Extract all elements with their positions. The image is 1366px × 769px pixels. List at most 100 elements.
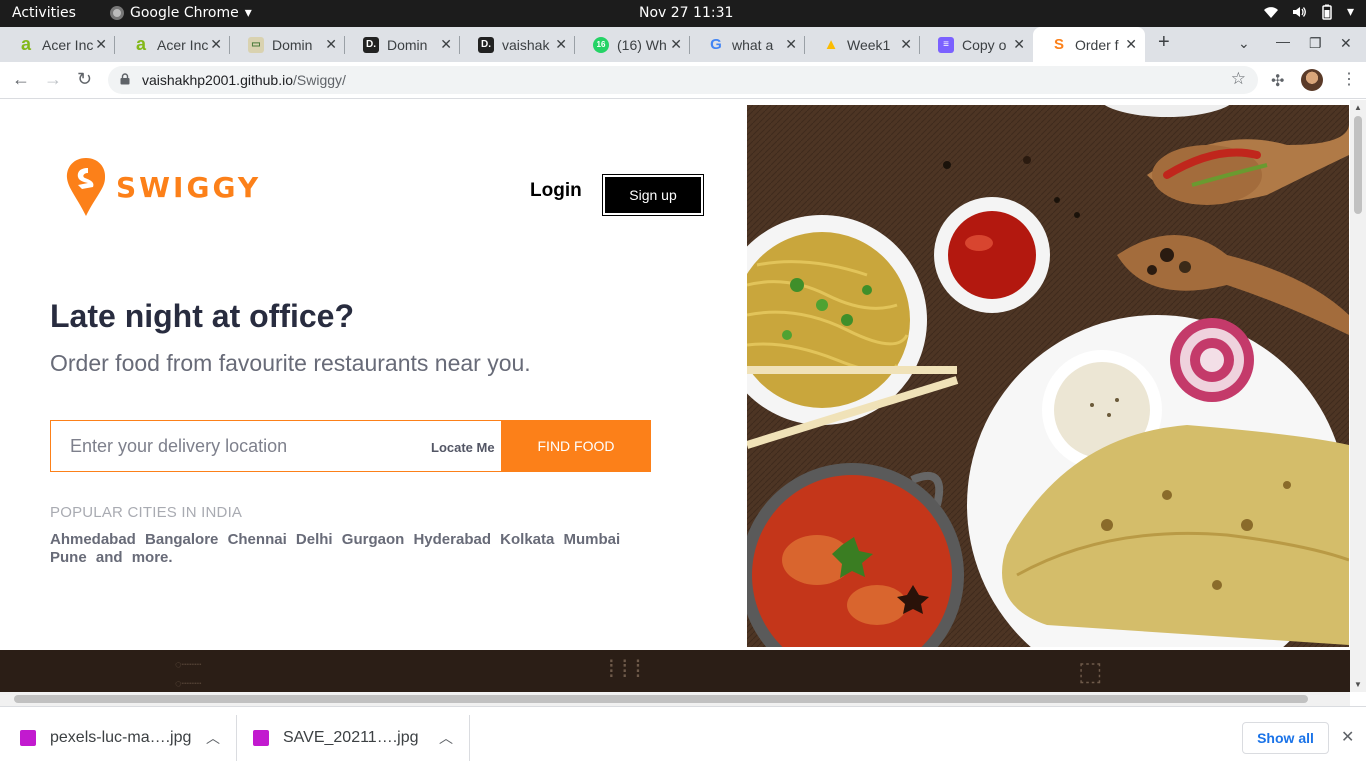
lock-icon	[120, 73, 130, 85]
brand-wordmark: SWIGGY	[116, 170, 262, 204]
horizontal-scroll-thumb[interactable]	[14, 695, 1308, 703]
download-separator	[469, 715, 470, 761]
scroll-down-arrow-icon[interactable]: ▼	[1354, 680, 1362, 689]
chevron-up-icon[interactable]: ︿	[206, 728, 220, 748]
decor-box-icon: ⬚	[1078, 656, 1103, 686]
restore-icon[interactable]: ❐	[1309, 35, 1322, 52]
city-link[interactable]: Ahmedabad	[50, 531, 136, 548]
city-link[interactable]: Mumbai	[564, 531, 621, 548]
acer-favicon-icon: a	[20, 34, 31, 54]
minimize-icon[interactable]: —	[1276, 33, 1290, 49]
forward-arrow-icon[interactable]: →	[44, 69, 62, 90]
city-link[interactable]: Chennai	[228, 531, 287, 548]
image-file-icon	[253, 730, 269, 746]
close-shelf-icon[interactable]: ✕	[1341, 727, 1354, 747]
drive-favicon-icon: ▲	[823, 36, 839, 53]
address-bar[interactable]: vaishakhp2001.github.io/Swiggy/ ☆	[108, 66, 1258, 94]
decor-lines-icon: ⁞ ⁞ ⁞	[608, 656, 642, 683]
close-tab-icon[interactable]: ✕	[1013, 36, 1025, 53]
tab-label: Week1	[847, 36, 891, 53]
app-menu[interactable]: Google Chrome ▾	[110, 5, 252, 21]
browser-toolbar: ← → ↻ vaishakhp2001.github.io/Swiggy/ ☆	[0, 62, 1366, 99]
signup-button[interactable]: Sign up	[602, 174, 704, 216]
close-tab-icon[interactable]: ✕	[1125, 36, 1137, 53]
reload-icon[interactable]: ↻	[77, 69, 92, 90]
delivery-location-input[interactable]	[51, 421, 491, 471]
caret-down-icon: ▾	[244, 5, 252, 21]
tab-vaishak[interactable]: D. vaishak ✕	[460, 27, 575, 62]
url-host: vaishakhp2001.github.io	[142, 72, 294, 88]
show-all-downloads-button[interactable]: Show all	[1242, 722, 1329, 754]
download-item[interactable]: pexels-luc-ma….jpg ︿	[20, 707, 236, 769]
activities-button[interactable]: Activities	[12, 5, 76, 21]
close-tab-icon[interactable]: ✕	[670, 36, 682, 53]
close-tab-icon[interactable]: ✕	[440, 36, 452, 53]
vertical-scrollbar[interactable]: ▲ ▼	[1350, 100, 1366, 692]
whatsapp-favicon-icon: 16	[593, 36, 609, 53]
dev-favicon-icon: D.	[363, 36, 379, 53]
tab-whatsapp[interactable]: 16 (16) Wh ✕	[575, 27, 690, 62]
tab-drive[interactable]: ▲ Week1 ✕	[805, 27, 920, 62]
bookmark-star-icon[interactable]: ☆	[1231, 69, 1246, 89]
download-filename: pexels-luc-ma….jpg	[50, 729, 192, 746]
city-link[interactable]: Pune	[50, 549, 87, 566]
tab-acer-1[interactable]: a Acer Inc ✕	[0, 27, 115, 62]
system-tray[interactable]: ▾	[1263, 4, 1354, 20]
clock[interactable]: Nov 27 11:31	[639, 5, 733, 21]
domain-favicon-icon: ▭	[248, 36, 264, 53]
app-menu-label: Google Chrome	[130, 5, 239, 21]
city-more-text: and	[95, 549, 123, 566]
popular-cities-list: Ahmedabad Bangalore Chennai Delhi Gurgao…	[50, 531, 660, 567]
profile-avatar[interactable]	[1301, 69, 1323, 91]
battery-icon	[1322, 4, 1332, 20]
system-top-bar: Activities Google Chrome ▾ Nov 27 11:31 …	[0, 0, 1366, 27]
scroll-up-arrow-icon[interactable]: ▲	[1354, 103, 1362, 112]
close-tab-icon[interactable]: ✕	[95, 36, 107, 53]
city-link[interactable]: Gurgaon	[342, 531, 405, 548]
city-link[interactable]: Kolkata	[500, 531, 554, 548]
close-tab-icon[interactable]: ✕	[900, 36, 912, 53]
city-link[interactable]: Delhi	[296, 531, 333, 548]
tab-label: Domin	[272, 36, 313, 53]
tab-domain-2[interactable]: D. Domin ✕	[345, 27, 460, 62]
close-tab-icon[interactable]: ✕	[555, 36, 567, 53]
tab-docs[interactable]: ≡ Copy o ✕	[920, 27, 1033, 62]
tab-search-icon[interactable]: ⌄	[1238, 35, 1250, 52]
chevron-up-icon[interactable]: ︿	[439, 728, 453, 748]
download-shelf: pexels-luc-ma….jpg ︿ SAVE_20211….jpg ︿ S…	[0, 706, 1366, 768]
feature-band: ◌┈┈┈ ◌┈┈┈ ⁞ ⁞ ⁞ ⬚	[0, 650, 1350, 692]
extensions-puzzle-icon[interactable]: ✣	[1271, 71, 1284, 91]
city-link[interactable]: Hyderabad	[413, 531, 491, 548]
close-tab-icon[interactable]: ✕	[325, 36, 337, 53]
tab-swiggy-active[interactable]: S Order f ✕	[1033, 27, 1145, 62]
login-link[interactable]: Login	[530, 180, 582, 202]
back-arrow-icon[interactable]: ←	[12, 69, 30, 90]
close-tab-icon[interactable]: ✕	[785, 36, 797, 53]
tab-label: Domin	[387, 36, 428, 53]
tab-strip: a Acer Inc ✕ a Acer Inc ✕ ▭ Domin ✕ D. D…	[0, 27, 1366, 62]
vertical-scroll-thumb[interactable]	[1354, 116, 1362, 214]
close-tab-icon[interactable]: ✕	[210, 36, 222, 53]
swiggy-logo[interactable]: SWIGGY	[66, 158, 261, 216]
tab-label: what a	[732, 36, 774, 53]
menu-kebab-icon[interactable]: ⋮	[1341, 69, 1357, 89]
dev-favicon-icon: D.	[478, 36, 494, 53]
food-illustration	[747, 105, 1349, 647]
decor-dots-icon: ◌┈┈┈	[175, 659, 202, 671]
download-item[interactable]: SAVE_20211….jpg ︿	[253, 707, 469, 769]
locate-me-button[interactable]: Locate Me	[431, 440, 495, 455]
city-more-link[interactable]: more.	[132, 549, 173, 566]
horizontal-scrollbar[interactable]	[0, 692, 1350, 706]
tab-label: (16) Wh	[617, 36, 667, 53]
url-text: vaishakhp2001.github.io/Swiggy/	[142, 72, 346, 88]
location-search-bar: Locate Me FIND FOOD	[50, 420, 651, 472]
tab-google-search[interactable]: G what a ✕	[690, 27, 805, 62]
close-window-icon[interactable]: ✕	[1340, 35, 1352, 52]
tab-label: Acer Inc	[42, 36, 94, 53]
new-tab-button[interactable]: +	[1158, 31, 1170, 54]
tab-acer-2[interactable]: a Acer Inc ✕	[115, 27, 230, 62]
city-link[interactable]: Bangalore	[145, 531, 218, 548]
find-food-button[interactable]: FIND FOOD	[501, 420, 651, 472]
swiggy-page: SWIGGY Login Sign up Late night at offic…	[0, 100, 1350, 692]
tab-domain-1[interactable]: ▭ Domin ✕	[230, 27, 345, 62]
